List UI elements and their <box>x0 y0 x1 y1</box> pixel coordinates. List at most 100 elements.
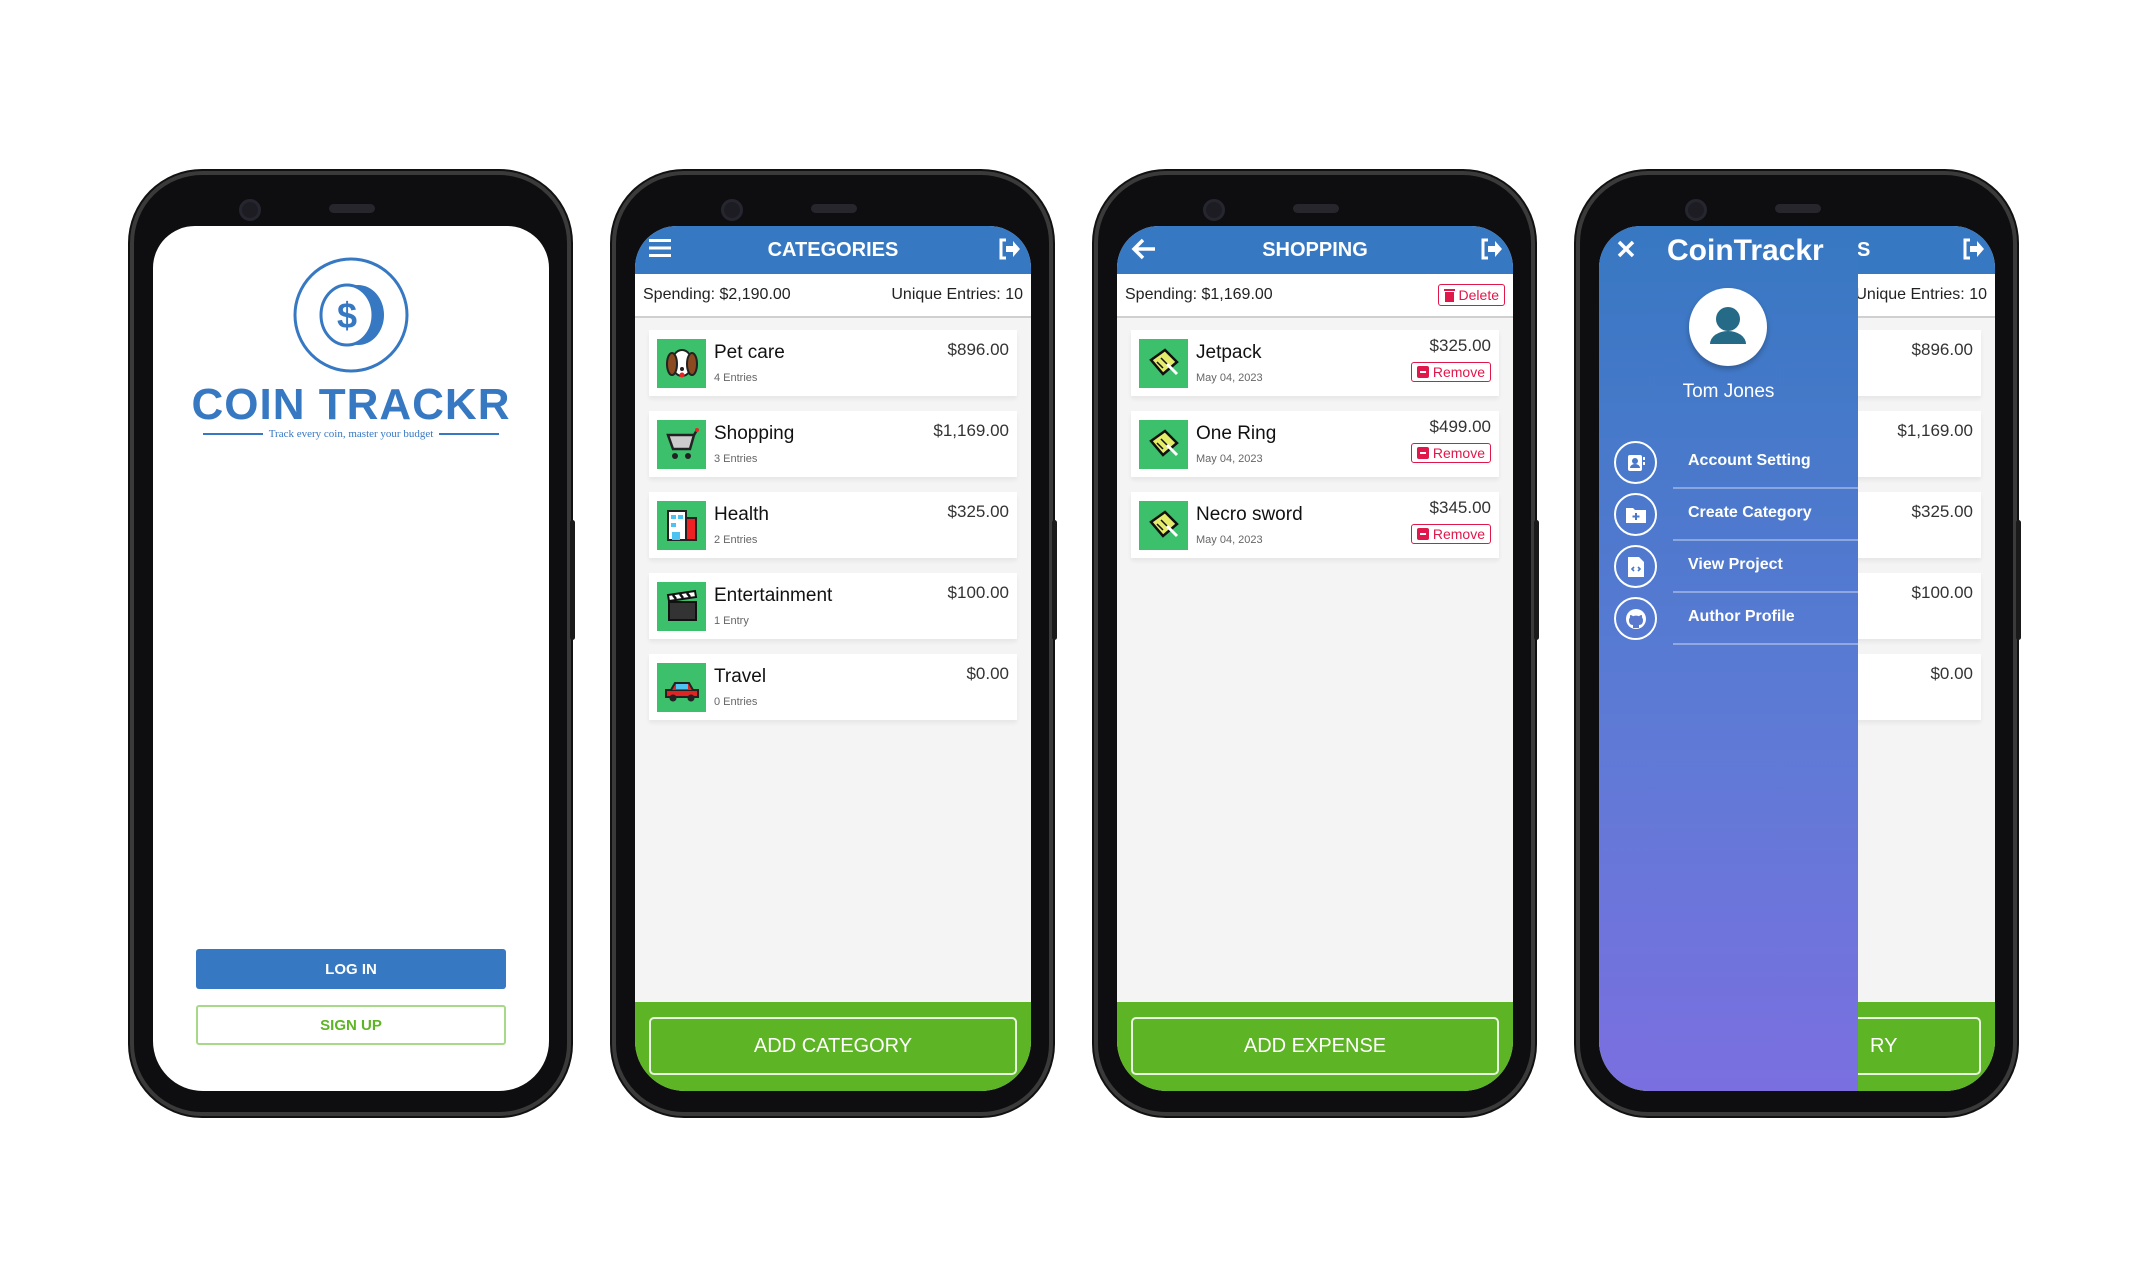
github-icon <box>1614 597 1657 640</box>
close-icon[interactable] <box>1617 240 1635 258</box>
speaker-grille <box>1293 204 1339 213</box>
category-card[interactable]: Health2 Entries$325.00 <box>649 492 1017 558</box>
logout-icon[interactable] <box>1479 237 1503 261</box>
category-card[interactable]: Pet care4 Entries$896.00 <box>649 330 1017 396</box>
phone-frame: $ COIN TRACKR Track every coin, master y… <box>130 171 575 1116</box>
remove-label: Remove <box>1432 526 1485 542</box>
minus-square-icon <box>1416 447 1429 459</box>
avatar <box>1689 288 1767 366</box>
phone-screen: CATEGORIES Spending: $2,190.00 Unique Ent… <box>635 226 1031 1091</box>
category-amount: $325.00 <box>1911 502 1973 521</box>
footer-bar: ADD EXPENSE <box>1117 1002 1513 1091</box>
arrow-left-icon <box>1131 238 1155 260</box>
category-card[interactable]: Entertainment1 Entry$100.00 <box>649 573 1017 639</box>
speaker-grille <box>811 204 857 213</box>
code-file-icon <box>1614 545 1657 588</box>
remove-expense-button[interactable]: Remove <box>1410 443 1491 463</box>
front-camera <box>1685 199 1707 221</box>
phone-screen: S Spending: $2,190.00Unique Entries: 10P… <box>1599 226 1995 1091</box>
shopping-cart-icon <box>657 419 706 469</box>
drawer-item[interactable]: Account Setting <box>1599 437 1858 489</box>
drawer-item-label: Create Category <box>1688 504 1812 521</box>
phone-screen: $ COIN TRACKR Track every coin, master y… <box>153 226 549 1091</box>
category-name: Travel <box>714 666 767 687</box>
expense-amount: $345.00 <box>1429 498 1491 517</box>
drawer-item-label: Author Profile <box>1688 608 1795 625</box>
unique-entries: Unique Entries: 10 <box>891 286 1023 303</box>
footer-bar: ADD CATEGORY <box>635 1002 1031 1091</box>
logout-button[interactable] <box>1961 237 1985 267</box>
speaker-grille <box>1775 204 1821 213</box>
hamburger-icon <box>649 239 671 257</box>
side-button <box>1534 520 1539 640</box>
logout-button[interactable] <box>1479 237 1503 267</box>
hospital-icon <box>657 500 706 550</box>
category-amount: $0.00 <box>1930 664 1973 683</box>
drawer-brand: CoinTrackr <box>1667 234 1824 267</box>
logout-icon[interactable] <box>997 237 1021 261</box>
navigation-drawer: CoinTrackr Tom Jones Account Setting Creat… <box>1599 226 1858 1091</box>
category-amount: $100.00 <box>1911 583 1973 602</box>
remove-expense-button[interactable]: Remove <box>1410 524 1491 544</box>
drawer-item-label: Account Setting <box>1688 452 1811 469</box>
side-button <box>570 520 575 640</box>
category-card[interactable]: Shopping3 Entries$1,169.00 <box>649 411 1017 477</box>
category-amount: $1,169.00 <box>933 421 1009 440</box>
category-list: Pet care4 Entries$896.00Shopping3 Entrie… <box>635 318 1031 747</box>
dog-icon <box>657 338 706 388</box>
user-icon <box>1710 307 1746 344</box>
summary-bar: Spending: $2,190.00 Unique Entries: 10 <box>635 274 1031 318</box>
category-amount: $0.00 <box>966 664 1009 683</box>
drawer-item[interactable]: Author Profile <box>1599 593 1858 645</box>
page-title: SHOPPING <box>1262 238 1368 261</box>
speaker-grille <box>329 204 375 213</box>
summary-bar: Spending: $1,169.00 Delete <box>1117 274 1513 318</box>
phone-frame: SHOPPING Spending: $1,169.00 Delete Jetpac… <box>1094 171 1539 1116</box>
category-card[interactable]: Travel 0 Entries $0.00 <box>649 654 1017 720</box>
drawer-item[interactable]: View Project <box>1599 541 1858 593</box>
logout-icon[interactable] <box>1961 237 1985 261</box>
trash-icon <box>1443 289 1455 302</box>
treasure-map-icon <box>1139 500 1188 550</box>
logout-button[interactable] <box>997 237 1021 267</box>
treasure-map-icon <box>1139 419 1188 469</box>
unique-entries: Unique Entries: 10 <box>1855 286 1987 303</box>
drawer-item[interactable]: Create Category <box>1599 489 1858 541</box>
add-expense-button[interactable]: ADD EXPENSE <box>1131 1017 1499 1075</box>
category-amount: $896.00 <box>1911 340 1973 359</box>
drawer-item-label: View Project <box>1688 556 1783 573</box>
entry-count: 3 Entries <box>714 453 758 465</box>
remove-expense-button[interactable]: Remove <box>1410 362 1491 382</box>
user-name: Tom Jones <box>1682 381 1775 402</box>
front-camera <box>721 199 743 221</box>
signup-button[interactable]: SIGN UP <box>196 1005 506 1045</box>
minus-square-icon <box>1416 366 1429 378</box>
car-icon <box>657 662 706 712</box>
delete-label: Delete <box>1458 287 1499 303</box>
logo: $ COIN TRACKR Track every coin, master y… <box>153 256 549 440</box>
entry-count: 4 Entries <box>714 372 758 384</box>
category-amount: $325.00 <box>947 502 1009 521</box>
category-amount: $100.00 <box>947 583 1009 602</box>
total-spending: Spending: $1,169.00 <box>1125 286 1273 303</box>
back-button[interactable] <box>1131 238 1157 266</box>
page-title: CATEGORIES <box>767 238 899 261</box>
category-amount: $1,169.00 <box>1897 421 1973 440</box>
expense-card: Necro sword May 04, 2023 $345.00 Remove <box>1131 492 1499 558</box>
clapperboard-icon <box>657 581 706 631</box>
menu-button[interactable] <box>649 238 671 264</box>
app-name: COIN TRACKR <box>191 380 511 429</box>
app-header: CATEGORIES <box>635 226 1031 274</box>
entry-count: 1 Entry <box>714 615 749 627</box>
login-button[interactable]: LOG IN <box>196 949 506 989</box>
expense-card: Jetpack May 04, 2023 $325.00 Remove <box>1131 330 1499 396</box>
side-button <box>1052 520 1057 640</box>
expense-amount: $499.00 <box>1429 417 1491 436</box>
phone-screen: SHOPPING Spending: $1,169.00 Delete Jetpac… <box>1117 226 1513 1091</box>
phone-frame: CATEGORIES Spending: $2,190.00 Unique Ent… <box>612 171 1057 1116</box>
remove-label: Remove <box>1432 445 1485 461</box>
entry-count: 0 Entries <box>714 696 758 708</box>
add-category-button[interactable]: ADD CATEGORY <box>649 1017 1017 1075</box>
delete-category-button[interactable]: Delete <box>1437 284 1505 306</box>
category-amount: $896.00 <box>947 340 1009 359</box>
